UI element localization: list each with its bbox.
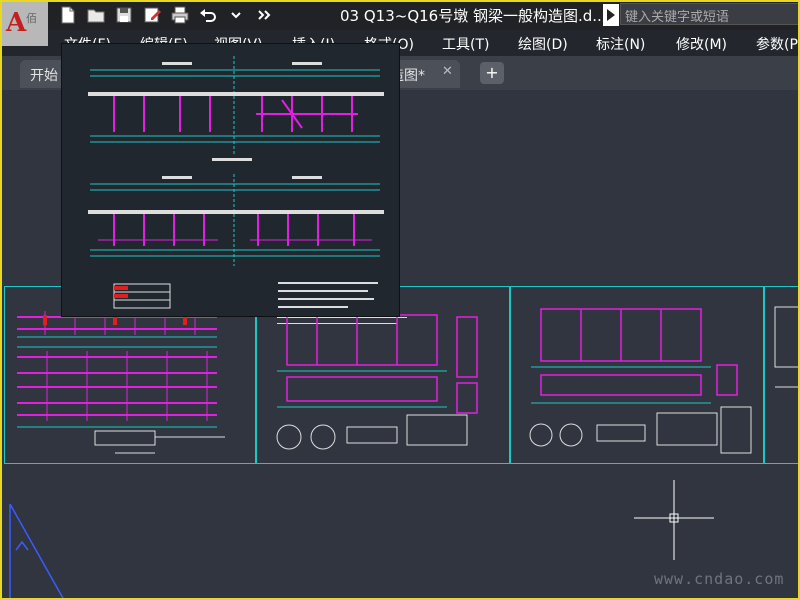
print-icon xyxy=(171,6,189,24)
new-file-icon xyxy=(61,6,75,24)
menu-dimension[interactable]: 标注(N) xyxy=(596,34,645,54)
new-tab-button[interactable]: + xyxy=(480,62,504,84)
drawing-sheet-4 xyxy=(764,286,800,464)
undo-button[interactable] xyxy=(196,3,220,27)
ucs-icon xyxy=(9,503,65,600)
drawing-preview-thumbnail xyxy=(62,44,399,316)
chevron-down-icon xyxy=(231,12,241,19)
save-icon xyxy=(116,7,132,23)
print-button[interactable] xyxy=(168,3,192,27)
undo-icon xyxy=(200,9,216,22)
crosshair-cursor xyxy=(634,480,714,560)
sheet-4-drawing xyxy=(774,306,800,388)
preview-drawing xyxy=(88,56,384,309)
sheet-3-drawing xyxy=(529,308,752,454)
app-logo[interactable]: A 佰 xyxy=(2,2,48,46)
overflow-button[interactable] xyxy=(252,3,276,27)
open-folder-icon xyxy=(87,9,105,23)
undo-dropdown[interactable] xyxy=(224,3,248,27)
overflow-icon xyxy=(258,10,271,20)
quick-access-toolbar xyxy=(56,3,276,27)
document-title: 03 Q13~Q16号墩 钢梁一般构造图.d... xyxy=(340,7,607,25)
open-button[interactable] xyxy=(84,3,108,27)
menu-modify[interactable]: 修改(M) xyxy=(676,34,727,54)
title-expand-button[interactable] xyxy=(603,4,619,26)
new-file-button[interactable] xyxy=(56,3,80,27)
save-as-icon xyxy=(144,7,161,23)
tab-close-icon[interactable]: ✕ xyxy=(442,64,453,79)
site-watermark: www.cndao.com xyxy=(654,570,785,588)
save-button[interactable] xyxy=(112,3,136,27)
search-input[interactable]: 键入关键字或短语 xyxy=(620,3,800,25)
plus-icon: + xyxy=(485,63,499,82)
menu-tools[interactable]: 工具(T) xyxy=(442,34,489,54)
play-arrow-icon xyxy=(607,9,615,21)
drawing-sheet-3 xyxy=(510,286,764,464)
logo-letter: A xyxy=(6,8,27,38)
logo-watermark: 佰 xyxy=(26,12,37,25)
save-as-button[interactable] xyxy=(140,3,164,27)
title-bar: 03 Q13~Q16号墩 钢梁一般构造图.d... 键入关键字或短语 xyxy=(0,0,800,30)
menu-draw[interactable]: 绘图(D) xyxy=(518,34,568,54)
menu-parameters[interactable]: 参数(P xyxy=(756,34,798,54)
